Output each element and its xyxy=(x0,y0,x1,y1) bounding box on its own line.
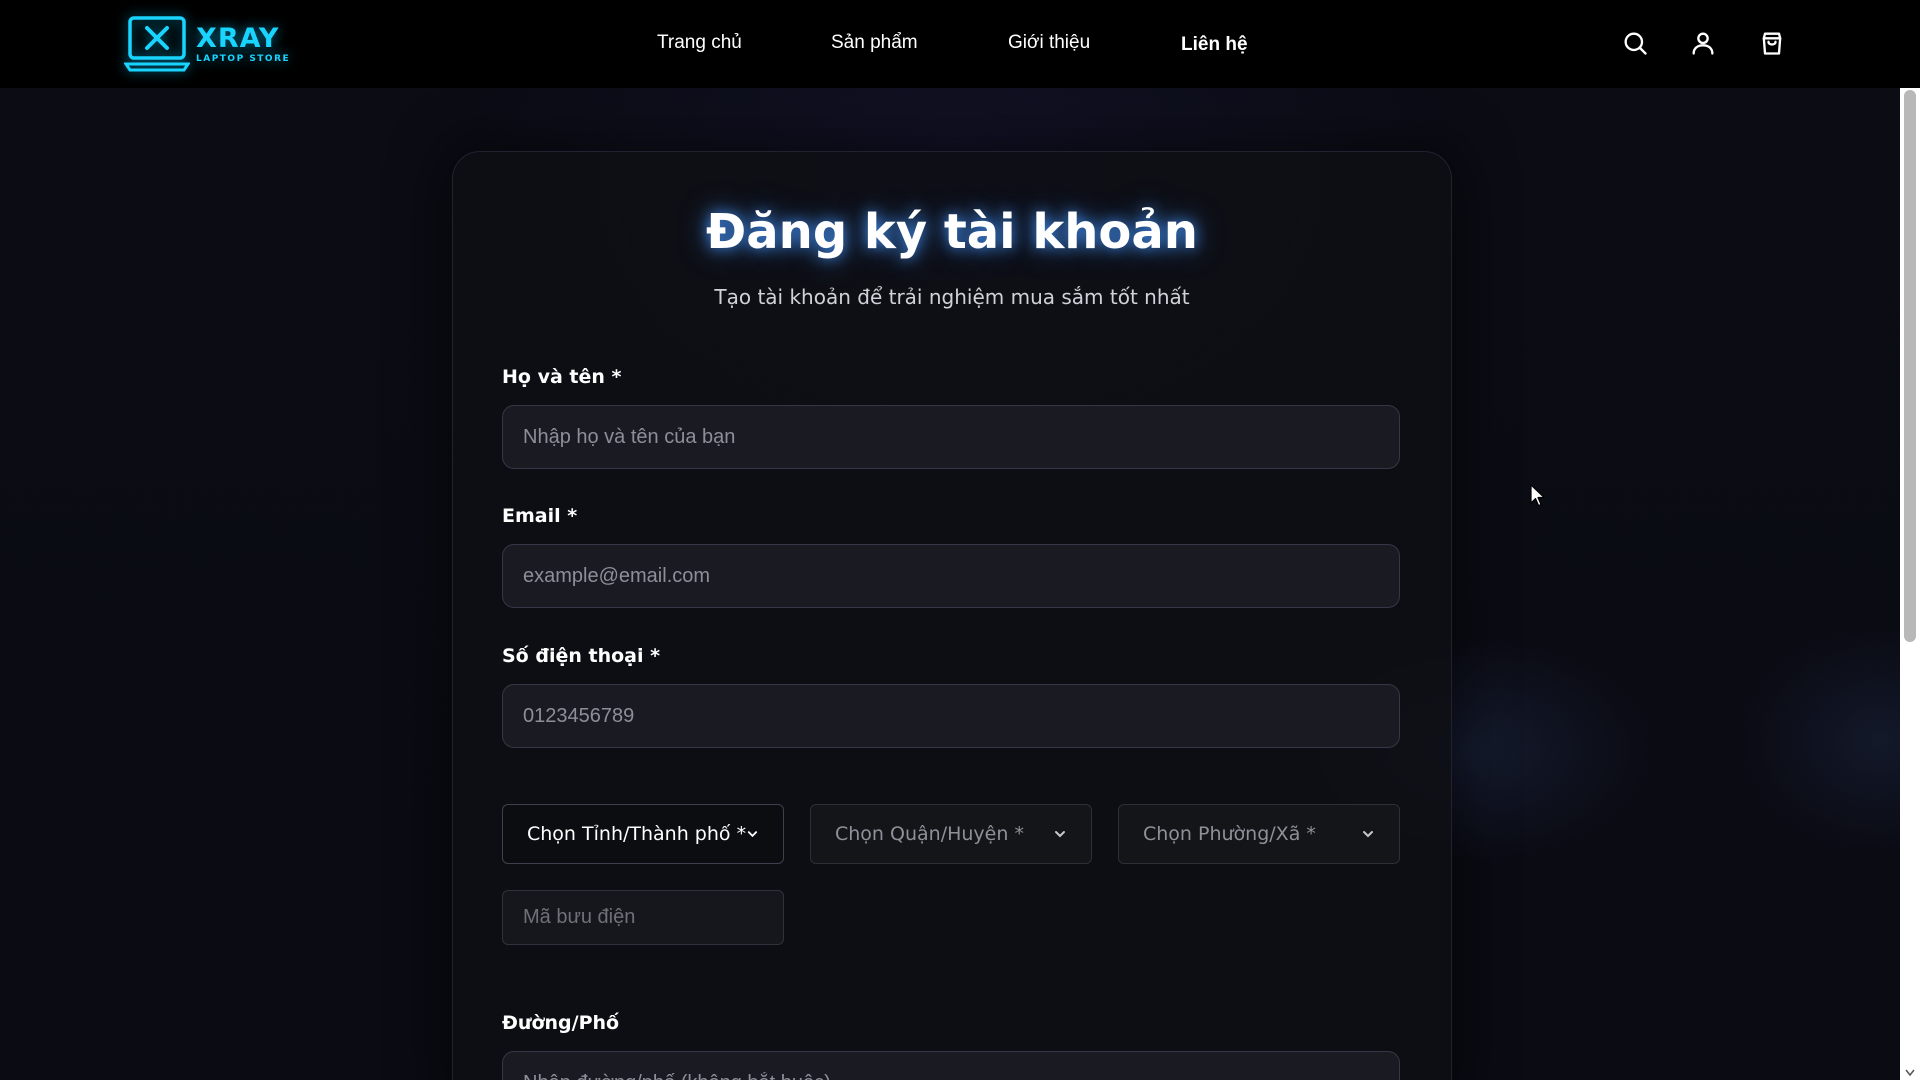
phone-input[interactable] xyxy=(502,684,1400,748)
scroll-down-arrow-icon[interactable] xyxy=(1904,1066,1916,1078)
top-navbar: XRAY LAPTOP STORE Trang chủ Sản phẩm Giớ… xyxy=(0,0,1920,88)
scrollbar-thumb[interactable] xyxy=(1904,90,1916,642)
email-label: Email * xyxy=(502,505,578,527)
page-scrollbar[interactable] xyxy=(1900,88,1920,1080)
nav-link-home[interactable]: Trang chủ xyxy=(657,32,742,54)
street-label: Đường/Phố xyxy=(502,1012,620,1034)
ward-select[interactable]: Chọn Phường/Xã * xyxy=(1118,804,1400,864)
shopping-bag-icon[interactable] xyxy=(1758,29,1786,57)
user-icon[interactable] xyxy=(1689,29,1717,57)
phone-label: Số điện thoại * xyxy=(502,645,661,667)
street-input[interactable] xyxy=(502,1051,1400,1080)
mouse-cursor-icon xyxy=(1530,484,1545,507)
email-input[interactable] xyxy=(502,544,1400,608)
chevron-down-icon xyxy=(1363,831,1373,838)
nav-link-contact[interactable]: Liên hệ xyxy=(1181,34,1248,56)
chevron-down-icon xyxy=(1055,831,1065,838)
page-subtitle: Tạo tài khoản để trải nghiệm mua sắm tốt… xyxy=(714,285,1190,309)
full-name-label: Họ và tên * xyxy=(502,366,622,388)
district-select-value: Chọn Quận/Huyện * xyxy=(835,823,1024,845)
nav-link-about[interactable]: Giới thiệu xyxy=(1008,32,1090,54)
register-card: Đăng ký tài khoản Tạo tài khoản để trải … xyxy=(452,151,1452,1080)
full-name-input[interactable] xyxy=(502,405,1400,469)
nav-link-products[interactable]: Sản phẩm xyxy=(831,32,918,54)
district-select[interactable]: Chọn Quận/Huyện * xyxy=(810,804,1092,864)
province-select[interactable]: Chọn Tỉnh/Thành phố * xyxy=(502,804,784,864)
page-title: Đăng ký tài khoản xyxy=(706,204,1198,260)
search-icon[interactable] xyxy=(1621,29,1649,57)
postal-code-input[interactable] xyxy=(502,890,784,945)
province-select-value: Chọn Tỉnh/Thành phố * xyxy=(527,823,747,845)
chevron-down-icon xyxy=(747,831,758,838)
ward-select-value: Chọn Phường/Xã * xyxy=(1143,823,1316,845)
